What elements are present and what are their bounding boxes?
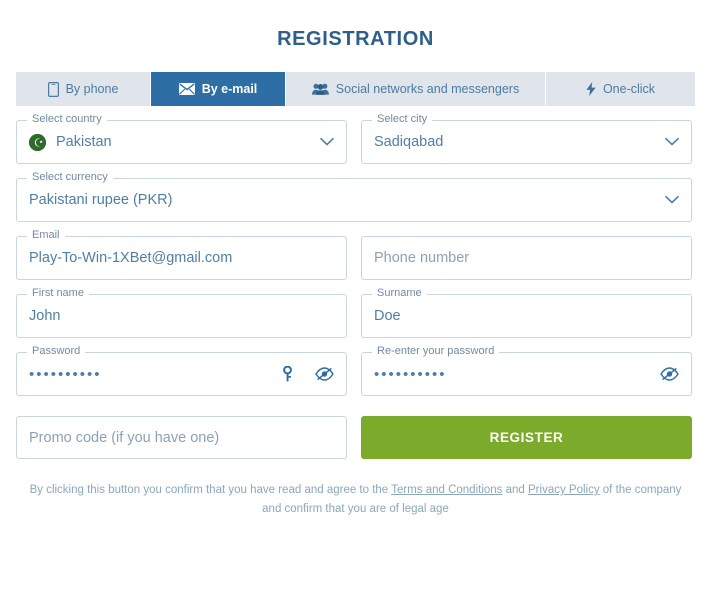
password-field-wrap: •••••••••• Password xyxy=(16,345,347,396)
chevron-down-icon[interactable] xyxy=(320,137,334,147)
phone-placeholder: Phone number xyxy=(374,250,470,266)
tab-social-networks[interactable]: Social networks and messengers xyxy=(286,72,546,106)
confirm-password-field[interactable]: •••••••••• xyxy=(361,352,692,396)
select-country[interactable]: Pakistan xyxy=(16,120,347,164)
people-group-icon xyxy=(311,83,329,95)
city-value: Sadiqabad xyxy=(374,134,444,150)
first-name-field[interactable]: John xyxy=(16,294,347,338)
tab-one-click-label: One-click xyxy=(602,82,656,96)
registration-page: REGISTRATION By phone By e-mail Social n… xyxy=(0,0,711,589)
phone-field-wrap: Phone number xyxy=(361,236,692,280)
promo-register-row: Promo code (if you have one) REGISTER xyxy=(16,396,695,459)
password-field[interactable]: •••••••••• xyxy=(16,352,347,396)
promo-code-placeholder: Promo code (if you have one) xyxy=(29,429,220,446)
name-row: John First name Doe Surname xyxy=(16,280,695,338)
phone-field[interactable]: Phone number xyxy=(361,236,692,280)
register-button[interactable]: REGISTER xyxy=(361,416,692,459)
chevron-down-icon[interactable] xyxy=(665,137,679,147)
mobile-phone-icon xyxy=(47,81,59,97)
tab-by-phone-label: By phone xyxy=(65,82,119,96)
country-field-wrap: Pakistan Select country xyxy=(16,113,347,164)
surname-value: Doe xyxy=(374,308,401,324)
country-city-row: Pakistan Select country Sadiqabad Select… xyxy=(16,106,695,164)
confirm-password-field-wrap: •••••••••• Re-enter your password xyxy=(361,345,692,396)
tab-by-email[interactable]: By e-mail xyxy=(151,72,286,106)
privacy-policy-link[interactable]: Privacy Policy xyxy=(528,484,600,496)
eye-slash-icon[interactable] xyxy=(660,367,679,381)
password-row: •••••••••• Password •••••••••• Re-enter … xyxy=(16,338,695,396)
terms-and-conditions-link[interactable]: Terms and Conditions xyxy=(391,484,502,496)
currency-row: Pakistani rupee (PKR) Select currency xyxy=(16,164,695,222)
page-title: REGISTRATION xyxy=(277,28,434,50)
tab-by-phone[interactable]: By phone xyxy=(16,72,151,106)
key-icon[interactable] xyxy=(282,366,293,382)
currency-value: Pakistani rupee (PKR) xyxy=(29,192,173,208)
email-phone-row: Play-To-Win-1XBet@gmail.com Email Phone … xyxy=(16,222,695,280)
pakistan-flag-icon xyxy=(29,133,46,151)
surname-field-wrap: Doe Surname xyxy=(361,287,692,338)
promo-code-field[interactable]: Promo code (if you have one) xyxy=(16,416,347,459)
lightning-bolt-icon xyxy=(586,82,596,96)
envelope-icon xyxy=(178,83,195,95)
tab-one-click[interactable]: One-click xyxy=(546,72,695,106)
legal-disclaimer: By clicking this button you confirm that… xyxy=(22,459,689,519)
password-icons xyxy=(282,366,334,382)
registration-method-tabs: By phone By e-mail Social networks and m… xyxy=(16,72,695,106)
disclaimer-text-middle: and xyxy=(502,484,529,496)
tab-social-networks-label: Social networks and messengers xyxy=(335,82,520,96)
tab-by-email-label: By e-mail xyxy=(201,82,258,96)
email-field-wrap: Play-To-Win-1XBet@gmail.com Email xyxy=(16,229,347,280)
password-value: •••••••••• xyxy=(29,365,102,383)
surname-field[interactable]: Doe xyxy=(361,294,692,338)
country-value: Pakistan xyxy=(56,134,112,150)
confirm-password-icons xyxy=(660,367,679,381)
currency-field-wrap: Pakistani rupee (PKR) Select currency xyxy=(16,171,692,222)
chevron-down-icon[interactable] xyxy=(665,195,679,205)
email-field[interactable]: Play-To-Win-1XBet@gmail.com xyxy=(16,236,347,280)
city-field-wrap: Sadiqabad Select city xyxy=(361,113,692,164)
disclaimer-text-before: By clicking this button you confirm that… xyxy=(29,484,392,496)
email-value: Play-To-Win-1XBet@gmail.com xyxy=(29,250,233,266)
confirm-password-value: •••••••••• xyxy=(374,365,447,383)
first-name-field-wrap: John First name xyxy=(16,287,347,338)
select-currency[interactable]: Pakistani rupee (PKR) xyxy=(16,178,692,222)
eye-slash-icon[interactable] xyxy=(315,367,334,381)
first-name-value: John xyxy=(29,308,61,324)
select-city[interactable]: Sadiqabad xyxy=(361,120,692,164)
